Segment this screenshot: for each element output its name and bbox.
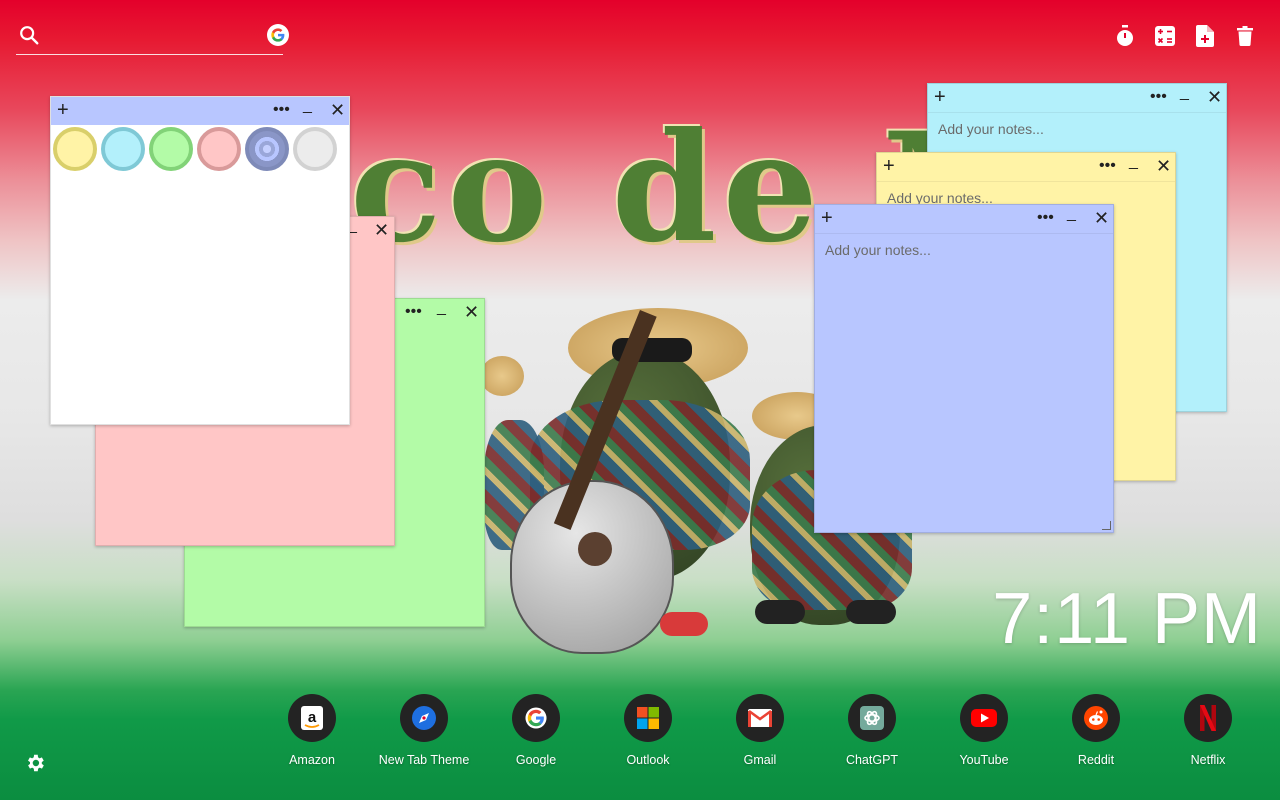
minimize-icon[interactable]: _ <box>437 299 446 317</box>
color-swatch-white[interactable] <box>293 127 337 171</box>
minimize-icon[interactable]: _ <box>303 97 312 115</box>
close-icon[interactable]: ✕ <box>1156 157 1171 175</box>
more-options-icon[interactable]: ••• <box>1150 88 1167 106</box>
close-icon[interactable]: ✕ <box>1207 88 1222 106</box>
amazon-icon: a <box>288 694 336 742</box>
color-palette <box>51 125 349 173</box>
shortcut-label: YouTube <box>959 753 1009 767</box>
close-icon[interactable]: ✕ <box>464 303 479 321</box>
netflix-icon <box>1184 694 1232 742</box>
shortcut-label: Amazon <box>289 753 335 767</box>
clock: 7:11 PM <box>992 579 1262 659</box>
more-options-icon[interactable]: ••• <box>405 303 422 321</box>
toolbar <box>1114 24 1256 48</box>
more-options-icon[interactable]: ••• <box>1037 209 1054 227</box>
shortcut-amazon[interactable]: a Amazon <box>256 694 368 767</box>
add-note-icon[interactable]: + <box>821 207 833 229</box>
search-bar <box>16 18 289 55</box>
calculator-icon[interactable] <box>1154 24 1176 48</box>
shortcut-dock: a Amazon New Tab Theme Google Outlook Gm… <box>0 694 1280 774</box>
new-note-icon[interactable] <box>1194 24 1216 48</box>
shortcut-netflix[interactable]: Netflix <box>1152 694 1264 767</box>
color-swatch-pink[interactable] <box>197 127 241 171</box>
shortcut-label: Google <box>515 753 557 767</box>
youtube-icon <box>960 694 1008 742</box>
search-icon[interactable] <box>18 24 40 46</box>
resize-handle-icon[interactable] <box>1102 521 1111 530</box>
add-note-icon[interactable]: + <box>934 86 946 108</box>
note-header: + ••• _ ✕ <box>877 153 1175 182</box>
trash-icon[interactable] <box>1234 24 1256 48</box>
chatgpt-icon <box>848 694 896 742</box>
search-input[interactable] <box>50 22 254 50</box>
shortcut-label: Outlook <box>626 753 670 767</box>
shortcut-label: Reddit <box>1077 753 1115 767</box>
note-header: + ••• _ ✕ <box>51 97 349 125</box>
sticky-note-white[interactable]: + ••• _ ✕ <box>50 96 350 425</box>
minimize-icon[interactable]: _ <box>1129 153 1138 171</box>
more-options-icon[interactable]: ••• <box>1099 157 1116 175</box>
minimize-icon[interactable]: _ <box>1180 84 1189 102</box>
shortcut-label: ChatGPT <box>845 753 899 767</box>
color-swatch-green[interactable] <box>149 127 193 171</box>
gear-icon[interactable] <box>24 752 48 776</box>
shortcut-label: Netflix <box>1190 753 1226 767</box>
add-note-icon[interactable]: + <box>57 99 69 121</box>
note-textarea[interactable] <box>815 234 1113 514</box>
gmail-icon <box>736 694 784 742</box>
shortcut-new-tab-theme[interactable]: New Tab Theme <box>368 694 480 767</box>
shortcut-chatgpt[interactable]: ChatGPT <box>816 694 928 767</box>
color-swatch-cyan[interactable] <box>101 127 145 171</box>
close-icon[interactable]: ✕ <box>374 221 389 239</box>
color-swatch-yellow[interactable] <box>53 127 97 171</box>
shortcut-reddit[interactable]: Reddit <box>1040 694 1152 767</box>
minimize-icon[interactable]: _ <box>1067 205 1076 223</box>
outlook-icon <box>624 694 672 742</box>
reddit-icon <box>1072 694 1120 742</box>
add-note-icon[interactable]: + <box>883 155 895 177</box>
shortcut-outlook[interactable]: Outlook <box>592 694 704 767</box>
google-search-icon[interactable] <box>267 24 289 46</box>
color-swatch-blue-selected[interactable] <box>245 127 289 171</box>
sticky-note-blue[interactable]: + ••• _ ✕ <box>814 204 1114 533</box>
close-icon[interactable]: ✕ <box>330 101 345 119</box>
shortcut-youtube[interactable]: YouTube <box>928 694 1040 767</box>
shortcut-label: New Tab Theme <box>378 753 470 767</box>
shortcut-gmail[interactable]: Gmail <box>704 694 816 767</box>
note-header: + ••• _ ✕ <box>928 84 1226 113</box>
close-icon[interactable]: ✕ <box>1094 209 1109 227</box>
more-options-icon[interactable]: ••• <box>273 101 290 119</box>
shortcut-label: Gmail <box>743 753 777 767</box>
note-header: + ••• _ ✕ <box>815 205 1113 234</box>
svg-text:a: a <box>308 709 317 726</box>
shortcut-google[interactable]: Google <box>480 694 592 767</box>
timer-icon[interactable] <box>1114 24 1136 48</box>
google-icon <box>512 694 560 742</box>
new-tab-theme-icon <box>400 694 448 742</box>
